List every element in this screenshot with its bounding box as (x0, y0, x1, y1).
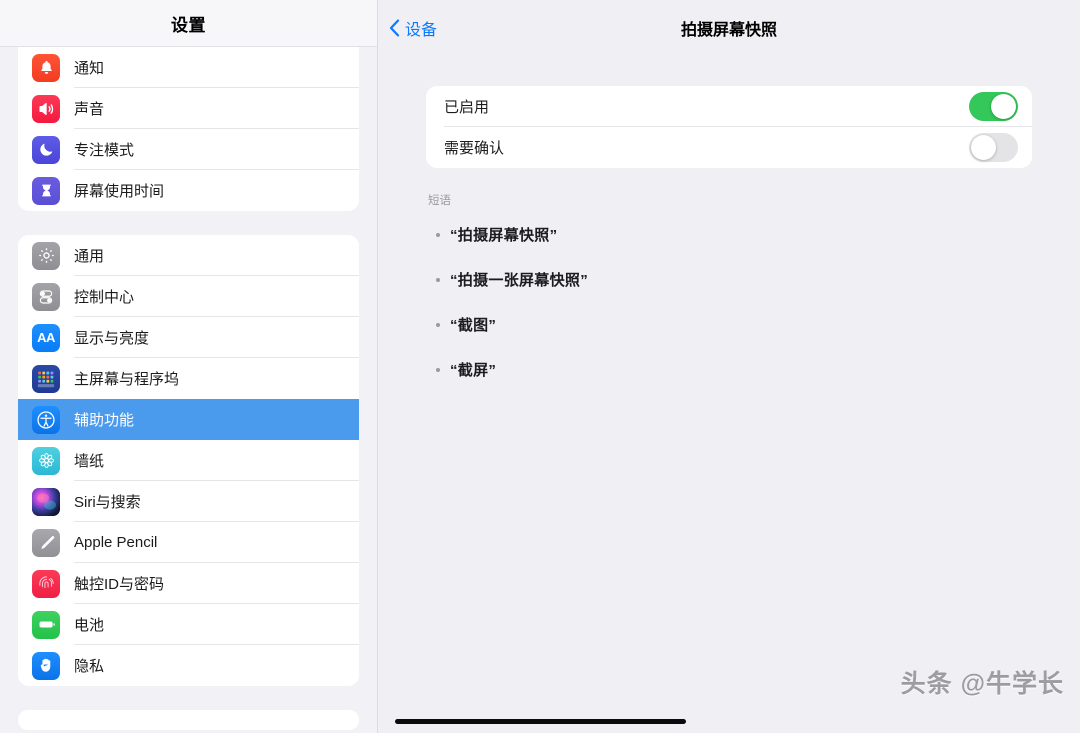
home-indicator (395, 719, 686, 724)
toggle-knob (971, 135, 996, 160)
setting-label: 需要确认 (444, 140, 505, 157)
sidebar-item-label: 通知 (74, 60, 105, 77)
sidebar-item-apple-pencil[interactable]: Apple Pencil (18, 522, 359, 563)
enabled-toggle[interactable] (969, 92, 1018, 121)
setting-row-require-confirmation[interactable]: 需要确认 (426, 127, 1032, 168)
sidebar-item-label: 专注模式 (74, 142, 135, 159)
phrase-text: “拍摄屏幕快照” (450, 227, 558, 244)
sidebar-item-sounds[interactable]: 声音 (18, 88, 359, 129)
gear-icon (32, 241, 60, 270)
sidebar-item-label: 隐私 (74, 658, 105, 675)
setting-label: 已启用 (444, 99, 490, 116)
battery-icon (32, 610, 60, 639)
require-confirmation-toggle[interactable] (969, 133, 1018, 162)
sidebar-group-3-partial (18, 710, 359, 730)
sliders-icon (32, 282, 60, 311)
sidebar-item-display-brightness[interactable]: AA 显示与亮度 (18, 317, 359, 358)
home-screen-icon (32, 364, 60, 393)
chevron-left-icon (389, 19, 400, 37)
bullet-icon (436, 323, 440, 327)
sidebar-group-1: 通知 声音 专注模式 屏幕使用时间 (18, 47, 359, 211)
detail-pane: 设备 拍摄屏幕快照 已启用 需要确认 短语 “拍摄屏幕快照” “拍摄一张屏幕快照… (378, 0, 1080, 733)
moon-icon (32, 135, 60, 164)
hand-icon (32, 651, 60, 680)
phrase-text: “截图” (450, 317, 497, 334)
list-item: “拍摄一张屏幕快照” (378, 269, 1080, 290)
sidebar-item-focus[interactable]: 专注模式 (18, 129, 359, 170)
settings-sidebar: 设置 通知 声音 专注模式 屏幕使用时间 通用 控制中心 AA 显示与亮度 主屏… (0, 0, 378, 733)
detail-header: 设备 拍摄屏幕快照 (378, 0, 1080, 56)
list-item: “截图” (378, 314, 1080, 335)
sidebar-scroll-area[interactable]: 通知 声音 专注模式 屏幕使用时间 通用 控制中心 AA 显示与亮度 主屏幕与程… (0, 47, 377, 733)
sidebar-item-wallpaper[interactable]: 墙纸 (18, 440, 359, 481)
fingerprint-icon (32, 569, 60, 598)
list-item: “截屏” (378, 359, 1080, 380)
back-button-label: 设备 (405, 22, 438, 39)
back-button[interactable]: 设备 (389, 16, 437, 40)
list-item: “拍摄屏幕快照” (378, 224, 1080, 245)
ipad-settings-screen: 设置 通知 声音 专注模式 屏幕使用时间 通用 控制中心 AA 显示与亮度 主屏… (0, 0, 1080, 733)
hourglass-icon (32, 176, 60, 205)
page-title: 设置 (171, 15, 206, 35)
bell-icon (32, 53, 60, 82)
sidebar-item-general[interactable]: 通用 (18, 235, 359, 276)
sidebar-header: 设置 (0, 0, 377, 47)
phrase-text: “截屏” (450, 362, 497, 379)
sidebar-group-2: 通用 控制中心 AA 显示与亮度 主屏幕与程序坞 辅助功能 墙纸 Siri与搜索… (18, 235, 359, 686)
toggle-knob (991, 94, 1016, 119)
sidebar-item-label: 辅助功能 (74, 412, 135, 429)
bullet-icon (436, 278, 440, 282)
sidebar-item-label: Apple Pencil (74, 534, 158, 551)
wallpaper-icon (32, 446, 60, 475)
bullet-icon (436, 368, 440, 372)
sidebar-item-battery[interactable]: 电池 (18, 604, 359, 645)
sidebar-item-label: 通用 (74, 248, 105, 265)
sidebar-item-home-screen-dock[interactable]: 主屏幕与程序坞 (18, 358, 359, 399)
sidebar-item-label: 显示与亮度 (74, 330, 150, 347)
sidebar-item-notifications[interactable]: 通知 (18, 47, 359, 88)
sidebar-item-label: Siri与搜索 (74, 494, 141, 511)
sidebar-item-label: 屏幕使用时间 (74, 183, 165, 200)
sidebar-item-label: 控制中心 (74, 289, 135, 306)
watermark: 头条 @牛学长 (900, 670, 1064, 698)
settings-card: 已启用 需要确认 (426, 86, 1032, 168)
sidebar-item-privacy[interactable]: 隐私 (18, 645, 359, 686)
sidebar-item-label: 声音 (74, 101, 105, 118)
sidebar-item-label: 触控ID与密码 (74, 576, 165, 593)
bullet-icon (436, 233, 440, 237)
pencil-icon (32, 528, 60, 557)
phrases-list: “拍摄屏幕快照” “拍摄一张屏幕快照” “截图” “截屏” (378, 224, 1080, 380)
phrases-section-label: 短语 (428, 195, 451, 207)
sidebar-item-siri-search[interactable]: Siri与搜索 (18, 481, 359, 522)
setting-row-enabled[interactable]: 已启用 (426, 86, 1032, 127)
phrase-text: “拍摄一张屏幕快照” (450, 272, 589, 289)
accessibility-icon (32, 405, 60, 434)
sidebar-item-label: 墙纸 (74, 453, 105, 470)
speaker-icon (32, 94, 60, 123)
sidebar-item-label: 主屏幕与程序坞 (74, 371, 180, 388)
sidebar-item-screen-time[interactable]: 屏幕使用时间 (18, 170, 359, 211)
detail-title: 拍摄屏幕快照 (680, 22, 777, 39)
sidebar-item-control-center[interactable]: 控制中心 (18, 276, 359, 317)
siri-icon (32, 487, 60, 516)
sidebar-item-touch-id-passcode[interactable]: 触控ID与密码 (18, 563, 359, 604)
sidebar-item-accessibility[interactable]: 辅助功能 (18, 399, 359, 440)
text-size-icon: AA (32, 323, 60, 352)
sidebar-item-label: 电池 (74, 617, 105, 634)
